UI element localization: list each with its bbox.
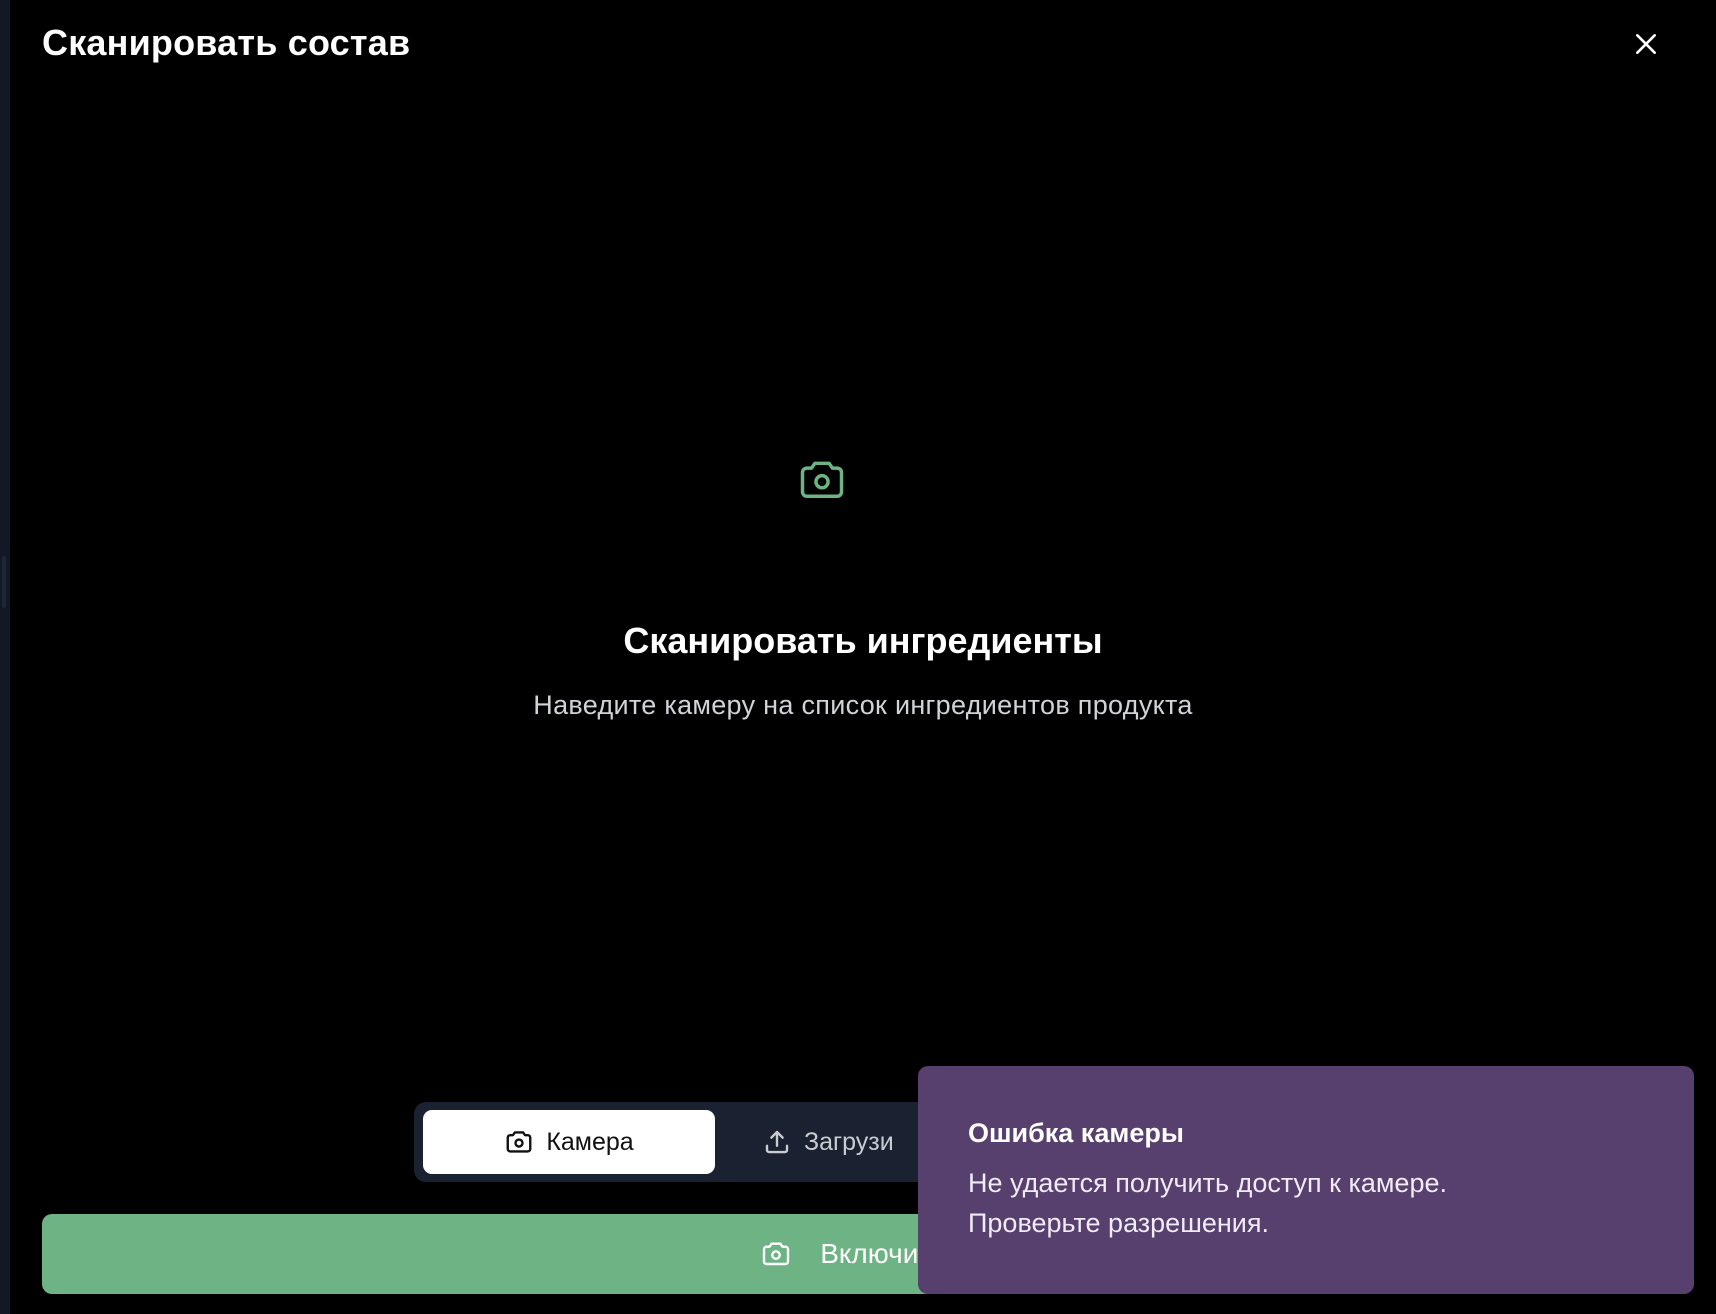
camera-icon [800,461,844,498]
scan-modal: Сканировать состав Сканировать ингредиен… [10,0,1716,1314]
tab-camera-label: Камера [546,1127,634,1156]
scan-instructions: Наведите камеру на список ингредиентов п… [533,690,1193,720]
modal-title: Сканировать состав [42,22,411,63]
background-page-edge [0,0,10,1314]
scan-heading: Сканировать ингредиенты [623,620,1103,661]
tab-camera[interactable]: Камера [423,1110,715,1174]
resize-handle[interactable] [2,556,6,608]
camera-icon [506,1131,532,1153]
toast-title: Ошибка камеры [968,1118,1184,1148]
close-icon [1636,34,1656,54]
upload-icon [765,1130,789,1154]
error-toast[interactable]: Ошибка камеры Не удается получить доступ… [918,1066,1694,1294]
toast-message: Не удается получить доступ к камере. Про… [968,1168,1447,1238]
tab-upload-label: Загрузи [804,1127,894,1156]
camera-icon [762,1242,790,1266]
close-button[interactable] [1626,24,1666,64]
